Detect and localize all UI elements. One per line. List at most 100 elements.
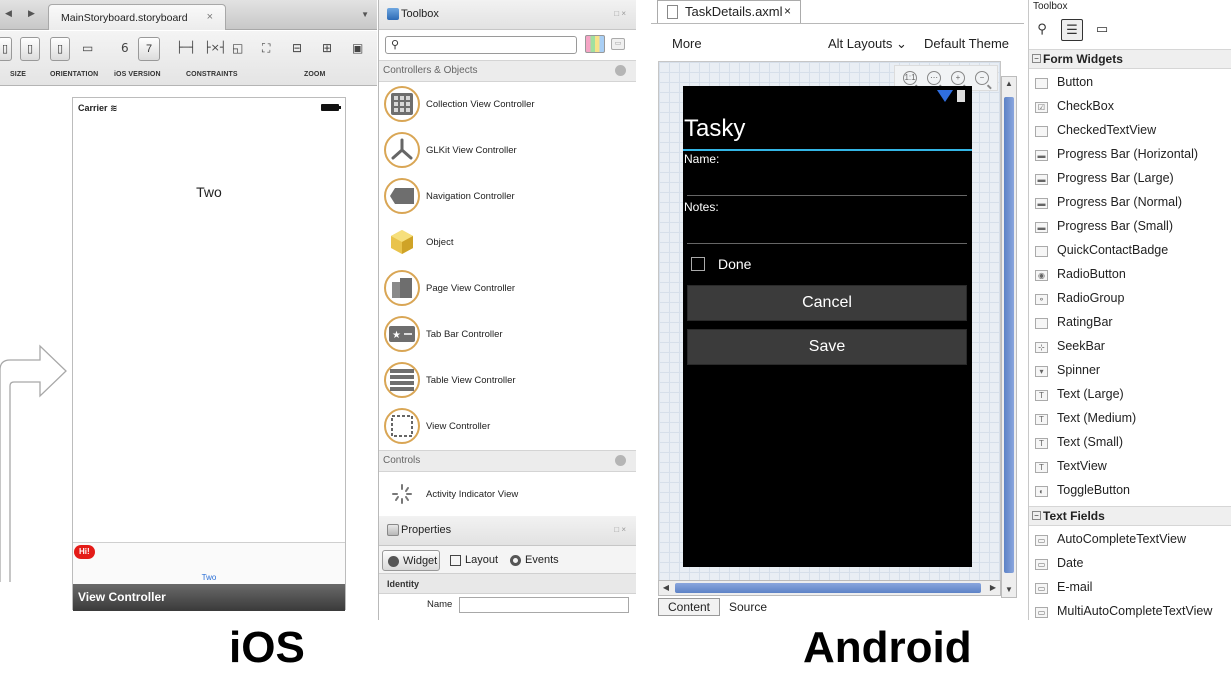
toolbox-text-field-item[interactable]: ▭ AutoCompleteTextView	[1029, 528, 1231, 552]
storyboard-tab[interactable]: MainStoryboard.storyboard ×	[48, 4, 226, 30]
section-text-fields[interactable]: − Text Fields	[1029, 506, 1231, 526]
alt-layouts-dropdown[interactable]: Alt Layouts ⌄	[828, 36, 907, 52]
close-icon[interactable]: ×	[784, 4, 791, 18]
size-large-button[interactable]: ▯	[20, 37, 40, 61]
zoom-out-icon[interactable]: −	[975, 71, 989, 85]
scroll-up-icon[interactable]: ▲	[1002, 77, 1016, 91]
vertical-scroll-thumb[interactable]	[1004, 97, 1014, 573]
toolbox-item-view-controller[interactable]: View Controller	[379, 404, 636, 450]
landscape-icon[interactable]: ▭	[82, 41, 93, 55]
toolbox-widget-item[interactable]: ◐ ToggleButton	[1029, 479, 1231, 503]
horizontal-scrollbar[interactable]: ◀ ▶	[658, 580, 1001, 596]
tab-events[interactable]: Events	[505, 550, 559, 571]
close-icon[interactable]: ×	[207, 11, 213, 23]
save-button[interactable]: Save	[687, 329, 967, 365]
constraint-frame-icon[interactable]: ◱	[232, 41, 243, 55]
design-canvas[interactable]: 1:1 ⋯ + − Tasky Name: Notes: Done Cancel…	[658, 61, 1001, 594]
tab-bar-item-two[interactable]: Two	[73, 573, 345, 582]
zoom-fit-icon[interactable]: ⛶	[262, 41, 270, 56]
done-checkbox[interactable]	[691, 257, 705, 271]
list-view-icon[interactable]: ▭	[611, 38, 625, 50]
tab-widget[interactable]: Widget	[382, 550, 440, 571]
scroll-right-icon[interactable]: ▶	[986, 581, 1000, 595]
name-edittext[interactable]	[687, 195, 967, 196]
section-controllers-objects[interactable]: Controllers & Objects	[379, 60, 636, 82]
constraint-h-icon[interactable]: ├─┤	[176, 41, 196, 54]
scroll-left-icon[interactable]: ◀	[659, 581, 673, 595]
vertical-scrollbar[interactable]: ▲ ▼	[1001, 76, 1017, 598]
toolbox-text-field-item[interactable]: ▭ MultiAutoCompleteTextView	[1029, 600, 1231, 620]
notes-edittext[interactable]	[687, 243, 967, 244]
section-form-widgets[interactable]: − Form Widgets	[1029, 49, 1231, 69]
panel-controls-icon[interactable]: □ ×	[614, 9, 626, 18]
toolbox-widget-item[interactable]: RatingBar	[1029, 311, 1231, 335]
zoom-in-icon[interactable]: ⊞	[322, 41, 332, 55]
toolbox-widget-item[interactable]: QuickContactBadge	[1029, 239, 1231, 263]
tab-source[interactable]: Source	[729, 600, 767, 614]
toolbox-item-table-view-controller[interactable]: Table View Controller	[379, 358, 636, 404]
axml-document-tab[interactable]: TaskDetails.axml ×	[657, 0, 801, 24]
zoom-in-icon[interactable]: +	[951, 71, 965, 85]
toolbox-widget-item[interactable]: ⊹ SeekBar	[1029, 335, 1231, 359]
toolbox-item-page-view-controller[interactable]: Page View Controller	[379, 266, 636, 312]
toolbox-widget-item[interactable]: ▾ Spinner	[1029, 359, 1231, 383]
tab-layout[interactable]: Layout	[445, 550, 498, 571]
constraint-x-icon[interactable]: ├×┤	[204, 41, 226, 54]
toolbox-widget-item[interactable]: ▬ Progress Bar (Horizontal)	[1029, 143, 1231, 167]
toolbox-item-glkit-view-controller[interactable]: GLKit View Controller	[379, 128, 636, 174]
panel-controls-icon[interactable]: □ ×	[614, 525, 626, 534]
toolbox-widget-item[interactable]: ⚬ RadioGroup	[1029, 287, 1231, 311]
toolbox-text-field-item[interactable]: ▭ Date	[1029, 552, 1231, 576]
toolbox-widget-item[interactable]: ▬ Progress Bar (Small)	[1029, 215, 1231, 239]
toolbox-item-collection-view-controller[interactable]: Collection View Controller	[379, 82, 636, 128]
toolbox-text-field-item[interactable]: ▭ E-mail	[1029, 576, 1231, 600]
toolbox-widget-item[interactable]: T Text (Large)	[1029, 383, 1231, 407]
view-controller-scene[interactable]: Carrier ≋ Two Hi! Two View Controller	[72, 97, 346, 611]
toolbox-widget-item[interactable]: T Text (Small)	[1029, 431, 1231, 455]
search-icon[interactable]: ⚲	[1031, 19, 1053, 41]
toolbox-item-object[interactable]: Object	[379, 220, 636, 266]
forward-arrow-icon[interactable]: ▶	[28, 8, 35, 19]
toolbox-widget-item[interactable]: T TextView	[1029, 455, 1231, 479]
more-button[interactable]: More	[672, 36, 702, 51]
grid-view-icon[interactable]	[585, 35, 605, 53]
list-view-icon[interactable]: ☰	[1061, 19, 1083, 41]
horizontal-scroll-thumb[interactable]	[675, 583, 981, 593]
toolbox-item-activity-indicator-view[interactable]: Activity Indicator View	[379, 472, 636, 516]
toolbox-widget-item[interactable]: CheckedTextView	[1029, 119, 1231, 143]
toolbox-widget-item[interactable]: T Text (Medium)	[1029, 407, 1231, 431]
toolbox-item-navigation-controller[interactable]: Navigation Controller	[379, 174, 636, 220]
cancel-button[interactable]: Cancel	[687, 285, 967, 321]
default-theme-button[interactable]: Default Theme	[924, 36, 1009, 51]
android-screen-preview[interactable]: Tasky Name: Notes: Done Cancel Save	[683, 86, 972, 567]
tab-bar[interactable]: Hi! Two	[73, 542, 345, 584]
toolbox-widget-item[interactable]: ▬ Progress Bar (Normal)	[1029, 191, 1231, 215]
scene-dock-title[interactable]: View Controller	[73, 584, 345, 611]
compact-view-icon[interactable]: ▭	[1091, 19, 1113, 41]
identity-section[interactable]: Identity	[379, 574, 636, 594]
portrait-button[interactable]: ▯	[50, 37, 70, 61]
ios-version-6-button[interactable]: 6	[121, 41, 129, 55]
toolbox-widget-item[interactable]: ☑ CheckBox	[1029, 95, 1231, 119]
tab-content[interactable]: Content	[658, 598, 720, 616]
ios-version-7-button[interactable]: 7	[138, 37, 160, 61]
section-toggle-icon[interactable]	[615, 455, 626, 466]
zoom-out-icon[interactable]: ⊟	[292, 41, 302, 55]
collapse-icon[interactable]: −	[1032, 54, 1041, 63]
toolbox-widget-item[interactable]: ◉ RadioButton	[1029, 263, 1231, 287]
toolbox-item-tab-bar-controller[interactable]: ★ Tab Bar Controller	[379, 312, 636, 358]
zoom-actual-icon[interactable]: ▣	[352, 41, 363, 55]
toolbox-widget-item[interactable]: Button	[1029, 71, 1231, 95]
collapse-icon[interactable]: −	[1032, 511, 1041, 520]
size-small-button[interactable]: ▯	[0, 37, 12, 61]
toolbox-search-input[interactable]: ⚲	[385, 36, 577, 54]
view-title-label[interactable]: Two	[73, 184, 345, 200]
storyboard-canvas[interactable]: Carrier ≋ Two Hi! Two View Controller	[0, 87, 377, 620]
name-input[interactable]	[459, 597, 629, 613]
section-controls[interactable]: Controls	[379, 450, 636, 472]
section-toggle-icon[interactable]	[615, 65, 626, 76]
zoom-fit-icon[interactable]: ⋯	[927, 71, 941, 85]
back-arrow-icon[interactable]: ◀	[5, 8, 12, 19]
zoom-actual-icon[interactable]: 1:1	[903, 71, 917, 85]
scroll-down-icon[interactable]: ▼	[1002, 583, 1016, 597]
